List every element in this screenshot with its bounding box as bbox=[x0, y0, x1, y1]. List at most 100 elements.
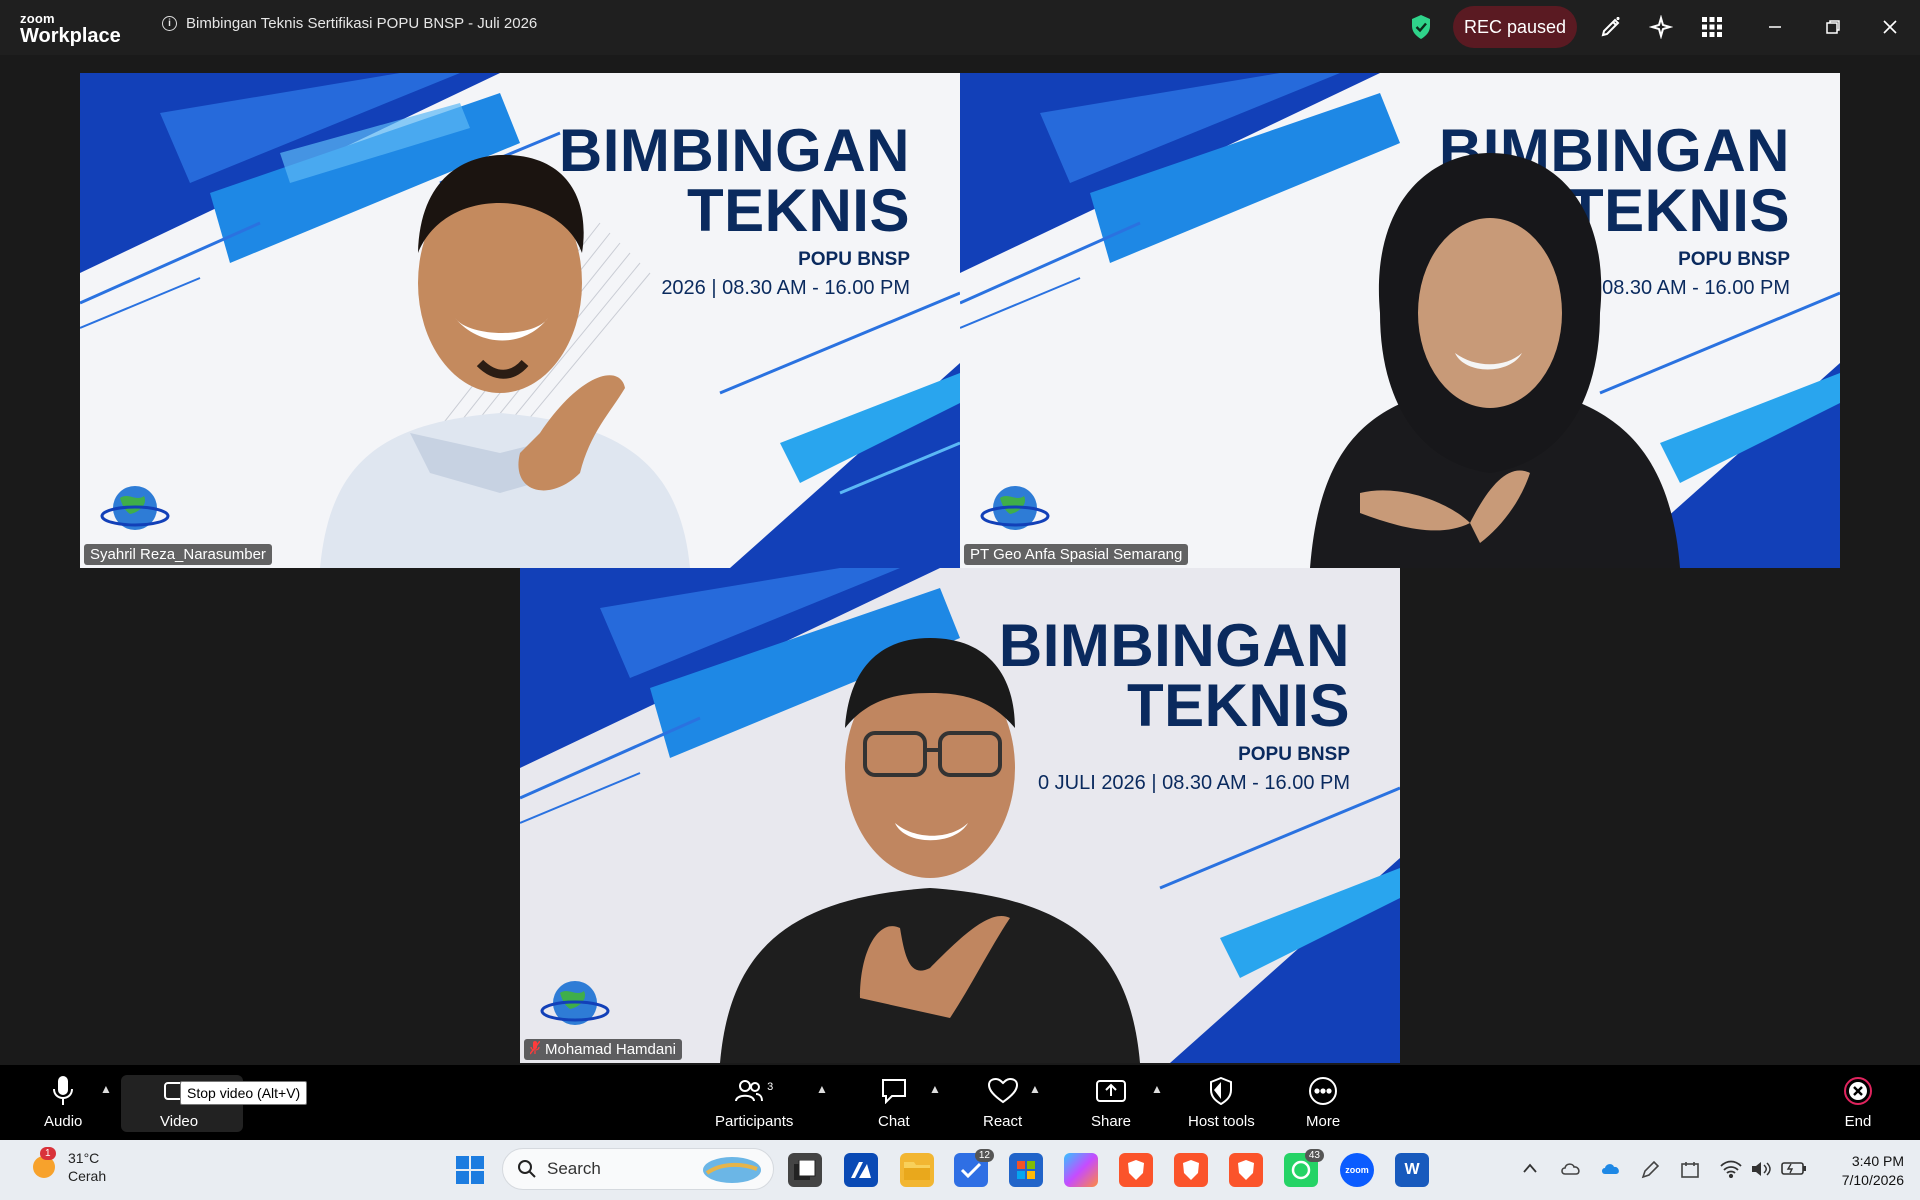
zoom-logo: zoom Workplace bbox=[20, 12, 121, 46]
participants-icon: 3 bbox=[735, 1075, 773, 1107]
volume-icon[interactable] bbox=[1750, 1160, 1772, 1183]
whatsapp-badge: 43 bbox=[1304, 1149, 1324, 1162]
weather-sun-icon: 1 bbox=[30, 1146, 58, 1184]
share-button[interactable]: Share bbox=[1091, 1075, 1131, 1130]
search-icon bbox=[518, 1160, 536, 1178]
chat-bubble-icon bbox=[880, 1075, 908, 1107]
globe-logo-icon bbox=[100, 486, 170, 530]
windows-start-icon[interactable] bbox=[456, 1156, 484, 1189]
chat-label: Chat bbox=[878, 1113, 910, 1130]
title-bar: zoom Workplace i Bimbingan Teknis Sertif… bbox=[0, 0, 1920, 55]
cloud-icon[interactable] bbox=[1560, 1160, 1582, 1181]
share-options-chevron-icon[interactable]: ▲ bbox=[1151, 1082, 1163, 1096]
close-icon[interactable] bbox=[1877, 14, 1903, 40]
copilot-icon[interactable] bbox=[1064, 1153, 1098, 1187]
notification-tray-icon[interactable] bbox=[1680, 1160, 1700, 1185]
video-tooltip: Stop video (Alt+V) bbox=[180, 1081, 308, 1105]
participants-options-chevron-icon[interactable]: ▲ bbox=[816, 1082, 828, 1096]
meeting-info[interactable]: i Bimbingan Teknis Sertifikasi POPU BNSP… bbox=[162, 15, 537, 32]
microphone-icon bbox=[52, 1075, 74, 1107]
tray-chevron-up-icon[interactable] bbox=[1523, 1160, 1537, 1178]
weather-temperature: 31°C bbox=[68, 1150, 100, 1166]
onedrive-icon[interactable] bbox=[1600, 1160, 1622, 1181]
minimize-icon[interactable] bbox=[1762, 14, 1788, 40]
chat-button[interactable]: Chat bbox=[878, 1075, 910, 1130]
rec-paused-button[interactable]: REC paused bbox=[1453, 6, 1577, 48]
participant-name: PT Geo Anfa Spasial Semarang bbox=[970, 546, 1183, 563]
search-placeholder: Search bbox=[547, 1159, 601, 1178]
system-clock[interactable]: 3:40 PM 7/10/2026 bbox=[1842, 1152, 1904, 1190]
participants-button[interactable]: 3 Participants bbox=[715, 1075, 793, 1130]
end-x-icon bbox=[1844, 1075, 1872, 1107]
share-screen-icon bbox=[1096, 1075, 1127, 1107]
taskbar-search-input[interactable]: Search bbox=[502, 1148, 774, 1190]
restore-icon[interactable] bbox=[1820, 14, 1846, 40]
task-view-icon[interactable] bbox=[788, 1153, 822, 1187]
participants-count: 3 bbox=[767, 1081, 774, 1093]
windows-taskbar: 1 31°C Cerah Search 12 43 zoom W 3:40 PM… bbox=[0, 1140, 1920, 1200]
weather-description: Cerah bbox=[68, 1168, 107, 1184]
audio-button[interactable]: Audio bbox=[44, 1075, 82, 1130]
weather-badge: 1 bbox=[40, 1146, 56, 1160]
more-dots-icon bbox=[1308, 1075, 1338, 1107]
todo-badge: 12 bbox=[974, 1149, 994, 1162]
audio-label: Audio bbox=[44, 1113, 83, 1130]
participant-name: Syahril Reza_Narasumber bbox=[90, 546, 266, 563]
wifi-icon[interactable] bbox=[1720, 1160, 1742, 1183]
video-gallery: BIMBINGAN TEKNIS POPU BNSP 2026 | 08.30 … bbox=[0, 55, 1920, 1065]
brave-browser-2-icon[interactable] bbox=[1174, 1153, 1208, 1187]
whatsapp-icon[interactable]: 43 bbox=[1284, 1149, 1324, 1187]
meeting-title: Bimbingan Teknis Sertifikasi POPU BNSP -… bbox=[186, 15, 538, 32]
chat-options-chevron-icon[interactable]: ▲ bbox=[929, 1082, 941, 1096]
meeting-controls: Audio ▲ Video Stop video (Alt+V) 3 Parti… bbox=[0, 1065, 1920, 1140]
globe-logo-icon bbox=[540, 981, 610, 1025]
video-tile-1[interactable]: BIMBINGAN TEKNIS POPU BNSP 2026 | 08.30 … bbox=[80, 73, 960, 568]
host-tools-button[interactable]: Host tools bbox=[1188, 1075, 1255, 1130]
encryption-shield-icon[interactable] bbox=[1410, 14, 1432, 45]
search-highlight-image-icon bbox=[703, 1157, 761, 1183]
audio-options-chevron-icon[interactable]: ▲ bbox=[100, 1082, 112, 1096]
video-tile-3[interactable]: BIMBINGAN TEKNIS POPU BNSP 0 JULI 2026 |… bbox=[520, 568, 1400, 1063]
video-tile-2-active-speaker[interactable]: BIMBINGAN TEKNIS POPU BNSP 026 | 08.30 A… bbox=[960, 73, 1840, 568]
globe-logo-icon bbox=[980, 486, 1050, 530]
react-label: React bbox=[983, 1113, 1023, 1130]
participant-video-person bbox=[1310, 153, 1680, 568]
logo-small-text: zoom bbox=[20, 11, 55, 26]
host-shield-icon bbox=[1209, 1075, 1233, 1107]
participant-video-person bbox=[320, 154, 690, 568]
mic-muted-icon bbox=[529, 1040, 541, 1058]
info-icon[interactable]: i bbox=[162, 16, 177, 31]
ai-companion-icon[interactable] bbox=[1648, 14, 1674, 40]
battery-icon[interactable] bbox=[1781, 1160, 1807, 1181]
participant-name: Mohamad Hamdani bbox=[545, 1041, 676, 1058]
react-button[interactable]: React bbox=[983, 1075, 1022, 1130]
participants-label: Participants bbox=[715, 1113, 794, 1130]
more-button[interactable]: More bbox=[1306, 1075, 1340, 1130]
brave-browser-3-icon[interactable] bbox=[1229, 1153, 1263, 1187]
todo-check-icon[interactable]: 12 bbox=[954, 1149, 994, 1187]
brave-browser-icon[interactable] bbox=[1119, 1153, 1153, 1187]
file-explorer-icon[interactable] bbox=[900, 1153, 934, 1187]
annotate-pen-icon[interactable] bbox=[1598, 14, 1624, 40]
video-label: Video bbox=[160, 1113, 199, 1130]
host-tools-label: Host tools bbox=[1188, 1113, 1255, 1130]
participant-name-tag: Mohamad Hamdani bbox=[524, 1039, 682, 1060]
participant-name-tag: Syahril Reza_Narasumber bbox=[84, 544, 272, 565]
clock-date: 7/10/2026 bbox=[1841, 1172, 1904, 1188]
weather-widget[interactable]: 1 31°C Cerah bbox=[30, 1146, 107, 1185]
word-app-icon[interactable]: W bbox=[1395, 1153, 1429, 1187]
heart-icon bbox=[987, 1075, 1018, 1107]
logo-large-text: Workplace bbox=[20, 25, 121, 47]
share-label: Share bbox=[1091, 1113, 1132, 1130]
app-azure-icon[interactable] bbox=[844, 1153, 878, 1187]
apps-grid-icon[interactable] bbox=[1699, 14, 1725, 40]
clock-time: 3:40 PM bbox=[1851, 1153, 1904, 1169]
end-label: End bbox=[1844, 1113, 1872, 1130]
zoom-app-icon[interactable]: zoom bbox=[1340, 1153, 1374, 1187]
more-label: More bbox=[1306, 1113, 1341, 1130]
end-meeting-button[interactable]: End bbox=[1844, 1075, 1872, 1130]
pen-tray-icon[interactable] bbox=[1640, 1160, 1660, 1185]
react-options-chevron-icon[interactable]: ▲ bbox=[1029, 1082, 1041, 1096]
participant-name-tag: PT Geo Anfa Spasial Semarang bbox=[964, 544, 1189, 565]
microsoft-store-icon[interactable] bbox=[1009, 1153, 1043, 1187]
